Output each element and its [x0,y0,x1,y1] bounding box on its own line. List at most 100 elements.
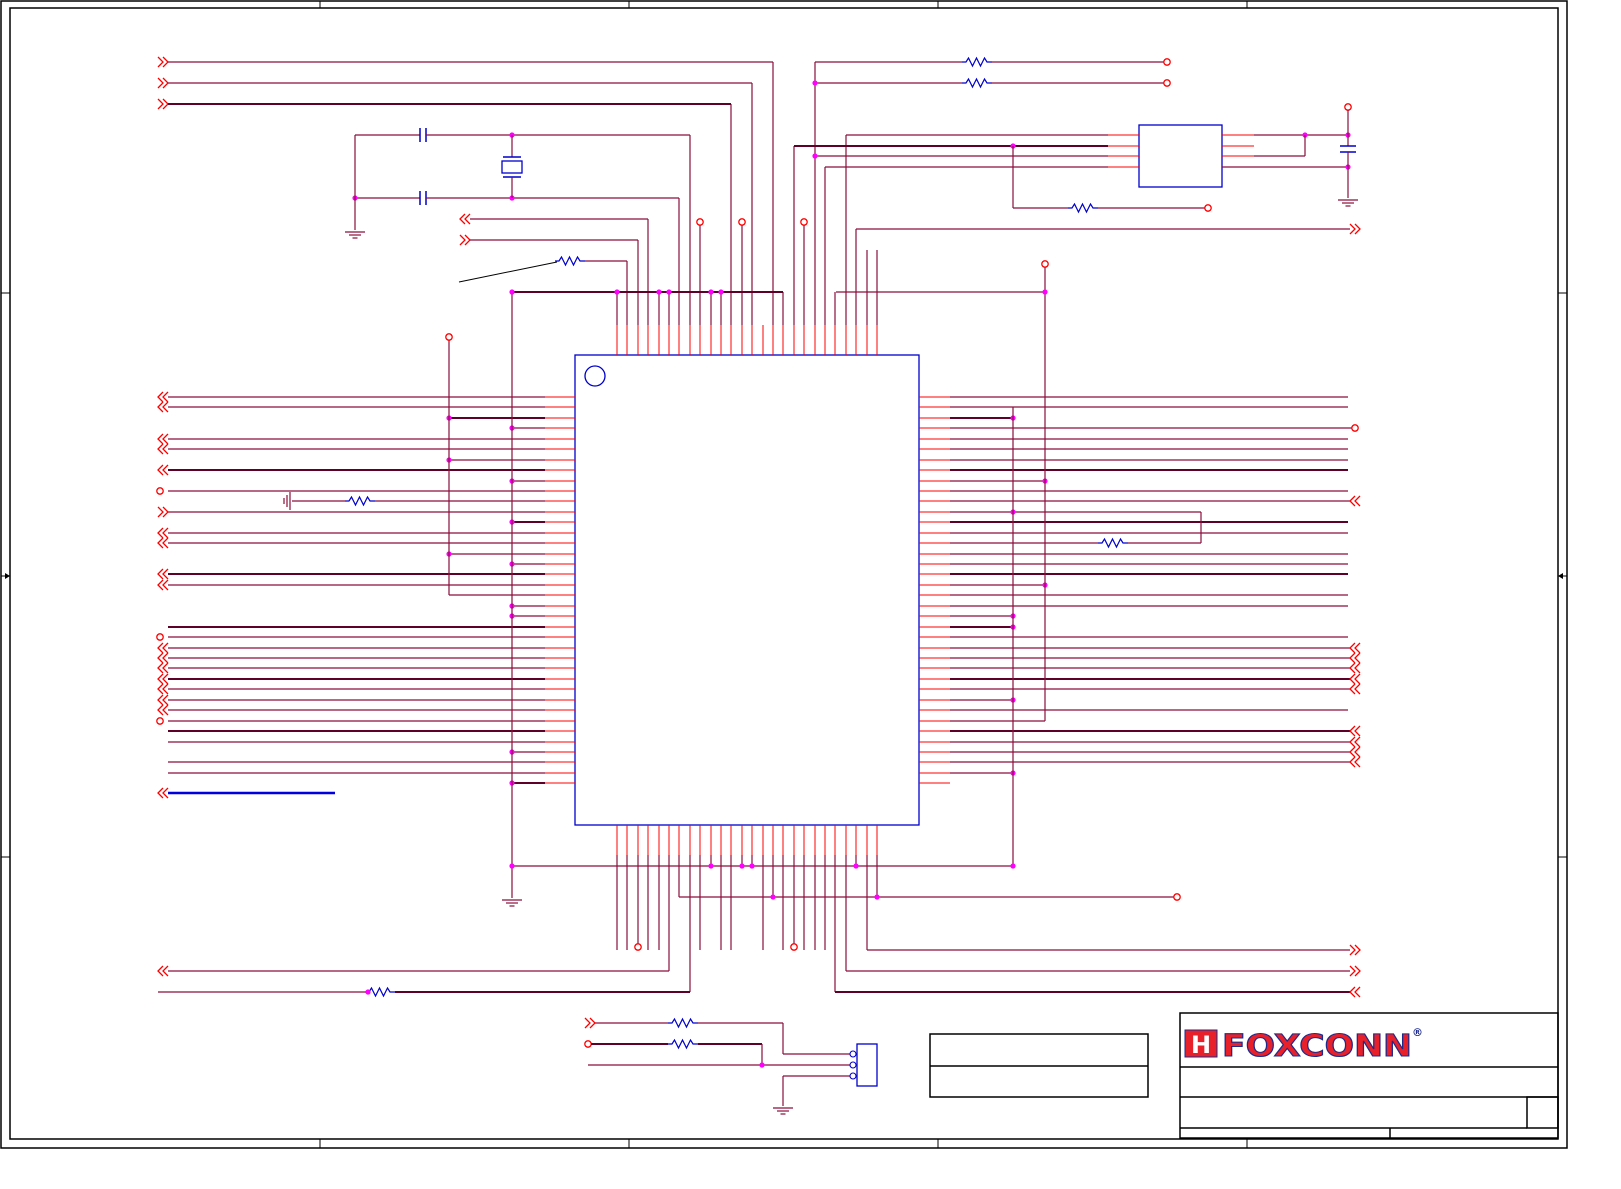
resistor-body [1068,202,1098,214]
connector-pin [849,1061,857,1069]
schematic-diagram: H FOXCONN ® [0,0,1568,1149]
chevron [1354,736,1361,748]
open-circle-icon [1351,424,1359,432]
open-circle-icon [156,633,164,641]
chevron [162,568,169,580]
chevron [162,464,169,476]
double-chevron-right-icon [1349,944,1361,956]
double-chevron-right-icon [584,1017,596,1029]
double-chevron-left-icon [157,965,169,977]
double-chevron-left-icon [1349,652,1361,664]
chevron [162,537,169,549]
junction-dot [718,289,724,295]
double-chevron-left-icon [1349,746,1361,758]
chevron [1354,652,1361,664]
double-chevron-left-icon [1349,495,1361,507]
open-circle-icon [1163,79,1171,87]
junction-dot [749,863,755,869]
open-circle-icon [696,218,704,226]
pin1-marker-icon [584,365,606,387]
annotation-leader [458,261,558,283]
chevron [1349,944,1356,956]
double-chevron-left-icon [157,694,169,706]
open-circle-icon [1041,260,1049,268]
sheet-number-cell [1526,1096,1559,1129]
junction-dot [770,894,776,900]
chevron [157,506,164,518]
double-chevron-right-icon [1349,965,1361,977]
junction-dot [708,289,714,295]
chevron [162,704,169,716]
chevron [1354,725,1361,737]
double-chevron-left-icon [1349,756,1361,768]
double-chevron-left-icon [157,401,169,413]
junction-dot [509,289,515,295]
chevron [162,443,169,455]
schematic-page: H FOXCONN ® [0,0,1621,1189]
resistor-icon [668,1038,698,1050]
junction-dot [666,289,672,295]
wiring-layer [156,56,1361,1115]
double-chevron-left-icon [459,213,471,225]
header-connector [856,1043,878,1087]
double-chevron-right-icon [459,234,471,246]
chevron [162,965,169,977]
ic-body [574,354,920,826]
open-circle-icon [790,943,798,951]
junction-dot [365,989,371,995]
resistor-body [962,56,992,68]
chevron [162,787,169,799]
chevron [162,391,169,403]
resistor-icon [962,77,992,89]
chevron [459,234,466,246]
capacitor-icon [419,128,427,142]
double-chevron-left-icon [157,704,169,716]
open-circle-icon [1344,103,1352,111]
double-chevron-left-icon [157,537,169,549]
chevron [1354,642,1361,654]
registered-mark: ® [1412,1026,1423,1039]
ground-icon [283,492,291,510]
ground-icon [773,1107,793,1115]
junction-dot [614,289,620,295]
junction-dot [812,80,818,86]
chevron [1354,746,1361,758]
chevron [1354,683,1361,695]
double-chevron-right-icon [157,77,169,89]
ground-icon [1338,199,1358,207]
double-chevron-left-icon [1349,725,1361,737]
double-chevron-left-icon [157,787,169,799]
capacitor-icon [1340,145,1356,153]
resistor-icon [555,255,585,267]
resistor-icon [962,56,992,68]
open-circle-icon [634,943,642,951]
chevron [162,579,169,591]
chevron [162,433,169,445]
main-ic [574,354,920,826]
chevron [1354,495,1361,507]
chevron [157,56,164,68]
junction-dot [739,863,745,869]
chevron [157,98,164,110]
chevron [584,1017,591,1029]
company-logo: H FOXCONN ® [1184,1026,1423,1065]
double-chevron-left-icon [1349,673,1361,685]
chevron [1354,756,1361,768]
crystal-icon [501,135,523,198]
ground-icon [345,231,365,239]
double-chevron-left-icon [157,443,169,455]
junction-dot [708,863,714,869]
resistor-icon [1068,202,1098,214]
chevron [1354,986,1361,998]
crystal-body [501,160,523,174]
title-block: H FOXCONN ® [1179,1012,1559,1139]
capacitor-icon [419,191,427,205]
double-chevron-left-icon [157,652,169,664]
junction-dot [1010,863,1016,869]
double-chevron-left-icon [157,464,169,476]
logo-mark: H [1191,1031,1211,1059]
resistor-body [555,255,585,267]
junction-dot [812,153,818,159]
open-circle-icon [584,1040,592,1048]
chevron [162,662,169,674]
